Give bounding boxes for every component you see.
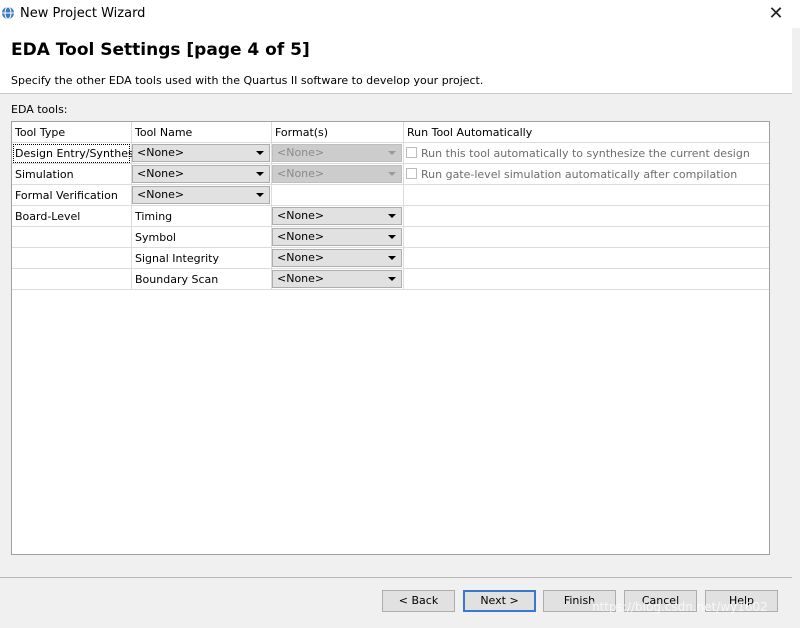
format-value: <None> [277,167,325,180]
run-auto-checkbox-simulation [406,168,417,179]
grid-line [12,205,769,206]
run-auto-label-simulation: Run gate-level simulation automatically … [421,168,738,181]
page-title: EDA Tool Settings [page 4 of 5] [11,40,310,60]
tool-name-dropdown-formal-verification[interactable]: <None> [132,186,270,204]
tool-name-dropdown-design-entry[interactable]: <None> [132,144,270,162]
format-value: <None> [277,230,325,243]
format-dropdown-timing[interactable]: <None> [272,207,402,225]
chevron-down-icon [388,256,396,260]
column-header-tool-type[interactable]: Tool Type [15,126,65,139]
column-header-formats[interactable]: Format(s) [275,126,328,139]
grid-line [12,268,769,269]
eda-tools-table: Tool Type Tool Name Format(s) Run Tool A… [11,121,770,555]
tool-name-signal-integrity: Signal Integrity [135,252,219,265]
window-edge [792,28,800,628]
wizard-header: EDA Tool Settings [page 4 of 5] Specify … [0,28,792,94]
format-dropdown-signal-integrity[interactable]: <None> [272,249,402,267]
grid-line [12,163,769,164]
format-value: <None> [277,209,325,222]
tool-name-timing: Timing [135,210,173,223]
grid-line [403,122,404,290]
grid-line [12,247,769,248]
format-dropdown-design-entry: <None> [272,144,402,162]
format-value: <None> [277,251,325,264]
title-bar: New Project Wizard ✕ [0,0,800,28]
back-button[interactable]: < Back [382,590,455,612]
chevron-down-icon [388,151,396,155]
grid-line [12,142,769,143]
format-dropdown-symbol[interactable]: <None> [272,228,402,246]
page-description: Specify the other EDA tools used with th… [11,74,484,87]
format-value: <None> [277,146,325,159]
grid-line [12,289,769,290]
tool-name-symbol: Symbol [135,231,176,244]
eda-tools-label: EDA tools: [11,103,68,116]
grid-line [12,184,769,185]
column-header-tool-name[interactable]: Tool Name [135,126,192,139]
run-auto-checkbox-design-entry [406,147,417,158]
chevron-down-icon [388,235,396,239]
next-button[interactable]: Next > [463,590,536,612]
chevron-down-icon [388,277,396,281]
tool-name-dropdown-simulation[interactable]: <None> [132,165,270,183]
grid-line [12,226,769,227]
tool-name-boundary-scan: Boundary Scan [135,273,219,286]
tool-type-formal-verification: Formal Verification [15,189,118,202]
chevron-down-icon [256,151,264,155]
format-value: <None> [277,272,325,285]
run-auto-label-design-entry: Run this tool automatically to synthesiz… [421,147,750,160]
window-title: New Project Wizard [20,6,146,21]
chevron-down-icon [256,193,264,197]
tool-type-simulation: Simulation [15,168,74,181]
chevron-down-icon [388,214,396,218]
quartus-globe-icon [2,6,14,20]
tool-name-value: <None> [137,167,185,180]
tool-type-design-entry: Design Entry/Synthesis [15,147,143,160]
column-header-run-auto[interactable]: Run Tool Automatically [407,126,532,139]
tool-name-value: <None> [137,188,185,201]
format-dropdown-boundary-scan[interactable]: <None> [272,270,402,288]
tool-name-value: <None> [137,146,185,159]
footer-divider [0,577,792,578]
close-icon[interactable]: ✕ [766,4,786,24]
chevron-down-icon [256,172,264,176]
chevron-down-icon [388,172,396,176]
format-dropdown-simulation: <None> [272,165,402,183]
tool-type-board-level: Board-Level [15,210,81,223]
watermark: https://blog.csdn.net/wy1602 [592,600,768,614]
